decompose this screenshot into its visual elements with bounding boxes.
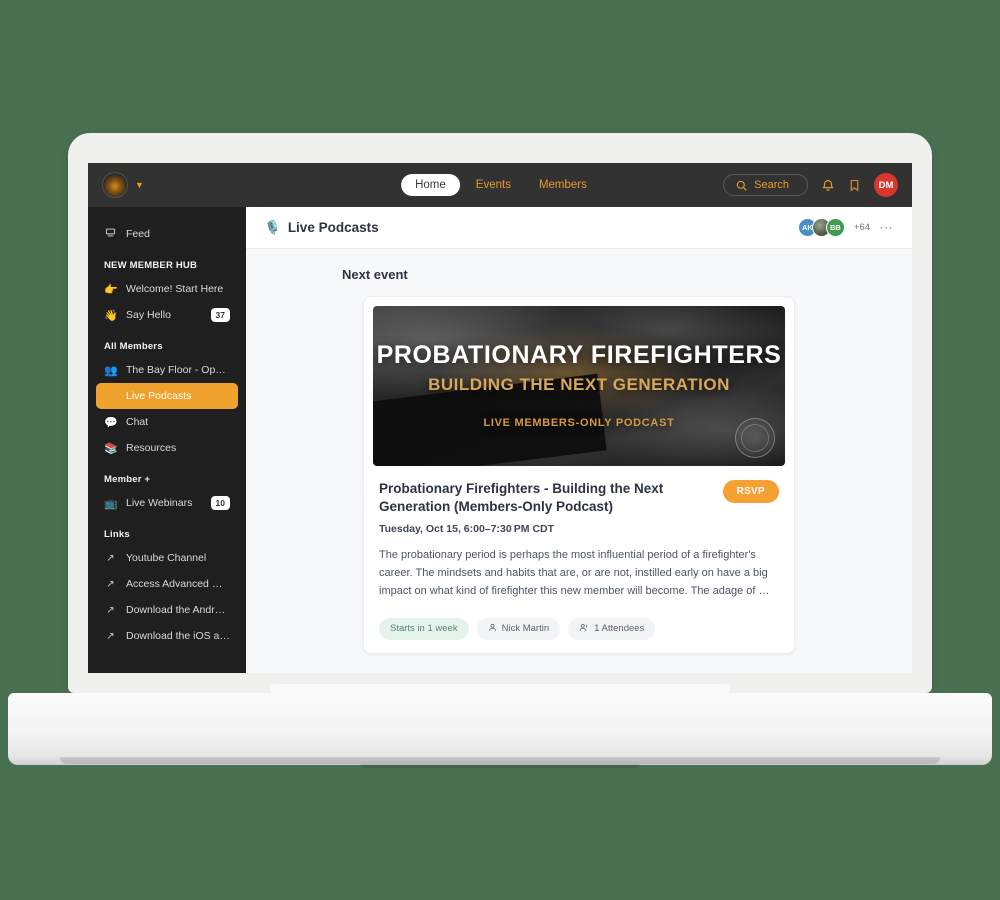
laptop-screen: ▼ Home Events Members Search DM Feed NEW… [88, 163, 912, 673]
member-avatar-stack[interactable]: AK BB [797, 218, 845, 237]
people-icon [579, 623, 589, 635]
microphone-icon: 🎙️ [264, 219, 281, 235]
app-body: Feed NEW MEMBER HUB 👉 Welcome! Start Her… [88, 207, 912, 673]
content-scroll-area: Next event PROBATIONARY FIREFIGHTERS BUI… [246, 249, 912, 673]
event-banner: PROBATIONARY FIREFIGHTERS BUILDING THE N… [373, 306, 785, 466]
avatar[interactable]: BB [825, 218, 845, 237]
sidebar-item-label: Download the Android a... [126, 604, 230, 616]
event-card[interactable]: PROBATIONARY FIREFIGHTERS BUILDING THE N… [363, 296, 795, 654]
top-navigation-bar: ▼ Home Events Members Search DM [88, 163, 912, 207]
laptop-foot-shadow [360, 764, 640, 768]
rsvp-button[interactable]: RSVP [722, 480, 779, 503]
main-content: 🎙️ Live Podcasts AK BB +64 ⋯ Next event … [246, 207, 912, 673]
sidebar-link-download-android-app[interactable]: ↗ Download the Android a... [96, 597, 238, 623]
channel-header: 🎙️ Live Podcasts AK BB +64 ⋯ [246, 207, 912, 249]
person-icon [488, 623, 497, 635]
sidebar-item-label: Welcome! Start Here [126, 283, 224, 295]
sidebar-link-access-advanced-online[interactable]: ↗ Access Advanced Onlin... [96, 571, 238, 597]
status-badge: Starts in 1 week [379, 617, 469, 640]
event-attendees-chip[interactable]: 1 Attendees [568, 617, 656, 640]
sidebar-item-say-hello[interactable]: 👋 Say Hello 37 [96, 302, 238, 328]
external-link-icon: ↗ [106, 578, 115, 590]
bookmark-icon[interactable] [848, 179, 861, 192]
chip-label: Starts in 1 week [390, 623, 458, 635]
event-title-row: Probationary Firefighters - Building the… [379, 480, 779, 516]
extra-member-count: +64 [853, 222, 870, 233]
sidebar-item-label: Resources [126, 442, 177, 454]
nav-item-events[interactable]: Events [464, 174, 523, 196]
sidebar-item-label: Download the iOS app [126, 630, 230, 642]
sidebar-item-label: Live Podcasts [126, 390, 192, 402]
section-title: Next event [342, 267, 408, 282]
external-link-icon: ↗ [106, 552, 115, 564]
sidebar-item-label: Access Advanced Onlin... [126, 578, 230, 590]
speech-bubble-icon: 💬 [104, 416, 118, 429]
waving-hand-icon: 👋 [104, 309, 118, 322]
nav-item-home[interactable]: Home [401, 174, 460, 196]
community-logo-icon[interactable] [102, 172, 128, 198]
external-link-icon: ↗ [106, 604, 115, 616]
monitor-icon [104, 227, 117, 241]
event-meta-chips: Starts in 1 week Nick Martin 1 Attendees [379, 617, 779, 640]
banner-headline: PROBATIONARY FIREFIGHTERS [376, 341, 782, 369]
sidebar-item-chat[interactable]: 💬 Chat [96, 409, 238, 435]
pointing-hand-icon: 👉 [104, 283, 118, 296]
television-icon: 📺 [104, 497, 118, 510]
bell-icon[interactable] [821, 178, 835, 192]
laptop-base [8, 693, 992, 765]
event-card-body: Probationary Firefighters - Building the… [364, 466, 794, 653]
primary-nav: Home Events Members [401, 174, 599, 196]
unread-badge: 10 [210, 496, 230, 510]
chip-label: 1 Attendees [594, 623, 645, 635]
laptop-mockup-scene: ▼ Home Events Members Search DM Feed NEW… [0, 0, 1000, 900]
sidebar-item-the-bay-floor[interactable]: 👥 The Bay Floor - Open Dis... [96, 357, 238, 383]
brand-area[interactable]: ▼ [88, 172, 246, 198]
sidebar-item-welcome-start-here[interactable]: 👉 Welcome! Start Here [96, 276, 238, 302]
search-input[interactable]: Search [723, 174, 808, 196]
sidebar-section-heading-links: Links [104, 529, 130, 540]
nav-item-members[interactable]: Members [527, 174, 599, 196]
external-link-icon: ↗ [106, 630, 115, 642]
sidebar-section-heading-all-members: All Members [104, 341, 163, 352]
user-avatar[interactable]: DM [874, 173, 898, 197]
group-icon: 👥 [104, 364, 118, 377]
sidebar-item-live-podcasts[interactable]: Live Podcasts [96, 383, 238, 409]
top-bar-actions: Search DM [723, 173, 912, 197]
page-title: 🎙️ Live Podcasts [264, 220, 379, 236]
event-description: The probationary period is perhaps the m… [379, 549, 770, 598]
banner-subhead: BUILDING THE NEXT GENERATION [428, 375, 730, 394]
sidebar-item-label: The Bay Floor - Open Dis... [126, 364, 230, 376]
sidebar-link-youtube-channel[interactable]: ↗ Youtube Channel [96, 545, 238, 571]
sidebar-item-label: Chat [126, 416, 149, 428]
search-icon [736, 180, 747, 191]
chevron-down-icon[interactable]: ▼ [135, 180, 144, 190]
application-window: ▼ Home Events Members Search DM Feed NEW… [88, 163, 912, 673]
event-host-chip[interactable]: Nick Martin [476, 617, 561, 640]
page-title-label: Live Podcasts [287, 220, 379, 235]
sidebar-link-download-ios-app[interactable]: ↗ Download the iOS app [96, 623, 238, 649]
sidebar-item-label: Youtube Channel [126, 552, 207, 564]
sidebar-section-heading-new-member-hub: NEW MEMBER HUB [104, 260, 198, 271]
unread-badge: 37 [210, 308, 230, 322]
sidebar-item-label: Feed [126, 228, 150, 240]
event-title: Probationary Firefighters - Building the… [379, 481, 664, 515]
sidebar-item-label: Live Webinars [126, 497, 193, 509]
chip-label: Nick Martin [501, 623, 550, 635]
books-icon: 📚 [104, 442, 118, 455]
channel-header-actions: AK BB +64 ⋯ [797, 218, 894, 237]
event-date: Tuesday, Oct 15, 6:00–7:30 PM CDT [379, 523, 555, 536]
sidebar-item-feed[interactable]: Feed [96, 221, 238, 247]
banner-tagline: LIVE MEMBERS-ONLY PODCAST [483, 417, 675, 429]
ellipsis-icon[interactable]: ⋯ [879, 219, 894, 236]
sidebar-section-heading-member-plus: Member + [104, 474, 151, 485]
sidebar: Feed NEW MEMBER HUB 👉 Welcome! Start Her… [88, 207, 246, 673]
laptop-front-edge [60, 757, 940, 764]
search-placeholder-label: Search [754, 179, 789, 191]
sidebar-item-label: Say Hello [126, 309, 171, 321]
sidebar-item-resources[interactable]: 📚 Resources [96, 435, 238, 461]
sidebar-item-live-webinars[interactable]: 📺 Live Webinars 10 [96, 490, 238, 516]
fire-department-seal-icon [735, 418, 775, 458]
